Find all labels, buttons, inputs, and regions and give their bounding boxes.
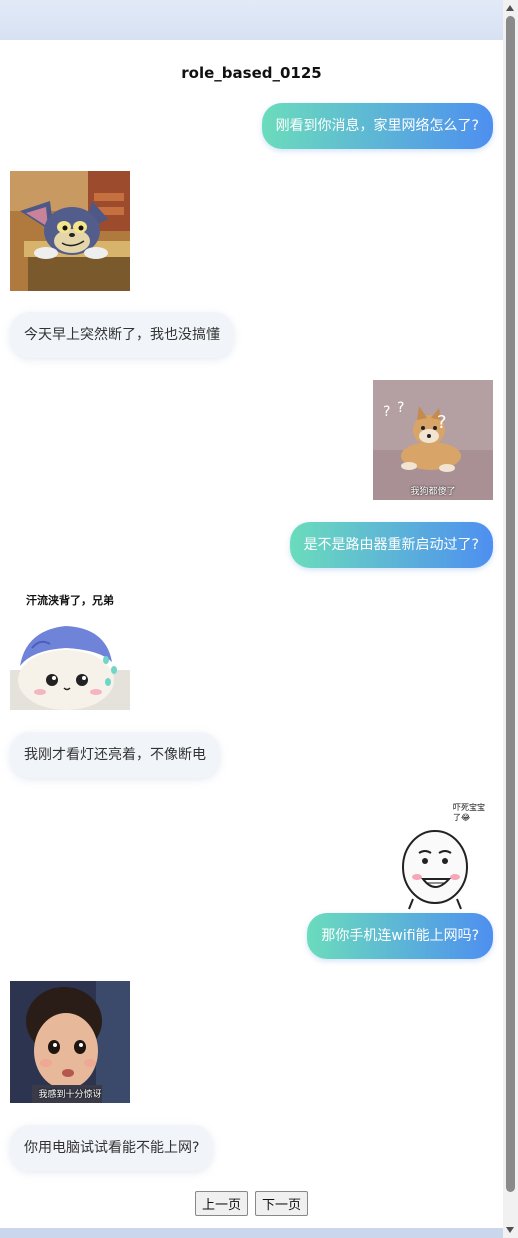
prev-page-button[interactable]: 上一页 xyxy=(194,1191,248,1216)
message-bubble-received: 你用电脑试试看能不能上网? xyxy=(10,1125,214,1171)
tom-cat-image xyxy=(10,171,130,291)
message-bubble-sent: 是不是路由器重新启动过了? xyxy=(289,522,493,568)
chiikawa-image xyxy=(10,590,130,710)
sticker-caption: 吓死宝宝了😂 xyxy=(453,803,485,822)
scroll-down-arrow-icon[interactable] xyxy=(506,1227,514,1233)
vertical-scrollbar[interactable] xyxy=(503,0,518,1238)
panda-face-sticker: 吓死宝宝了😂 xyxy=(373,799,493,919)
message-bubble-sent: 刚看到你消息，家里网络怎么了? xyxy=(261,103,493,149)
sticker-caption: 汗流浃背了，兄弟 xyxy=(26,594,114,607)
svg-text:?: ? xyxy=(397,400,404,416)
message-bubble-received: 今天早上突然断了，我也没搞懂 xyxy=(10,312,234,358)
scroll-up-arrow-icon[interactable] xyxy=(506,5,514,11)
confused-shiba-sticker: ? ? ? 我狗都傻了 xyxy=(373,380,493,500)
kid-image xyxy=(10,981,130,1103)
bottom-band xyxy=(0,1228,503,1238)
page-title: role_based_0125 xyxy=(181,64,322,82)
tom-cat-sticker xyxy=(10,171,130,291)
top-band xyxy=(0,0,503,40)
next-page-button[interactable]: 下一页 xyxy=(255,1191,309,1216)
shiba-image: ? ? ? xyxy=(373,380,493,500)
svg-text:?: ? xyxy=(437,412,447,433)
message-bubble-sent: 那你手机连wifi能上网吗? xyxy=(307,913,493,959)
message-bubble-received: 我刚才看灯还亮着，不像断电 xyxy=(10,732,220,778)
surprised-kid-sticker: 我感到十分惊讶 xyxy=(10,981,130,1103)
scrollbar-thumb[interactable] xyxy=(506,16,515,1192)
sticker-caption: 我感到十分惊讶 xyxy=(38,1090,102,1100)
sweating-chiikawa-sticker: 汗流浃背了，兄弟 xyxy=(10,590,130,710)
chat-panel: role_based_0125 刚看到你消息，家里网络怎么了? 今天早上突然断了… xyxy=(0,40,503,1228)
svg-text:?: ? xyxy=(383,404,390,420)
pagination: 上一页 下一页 xyxy=(0,1191,503,1216)
sticker-caption: 我狗都傻了 xyxy=(410,487,456,497)
